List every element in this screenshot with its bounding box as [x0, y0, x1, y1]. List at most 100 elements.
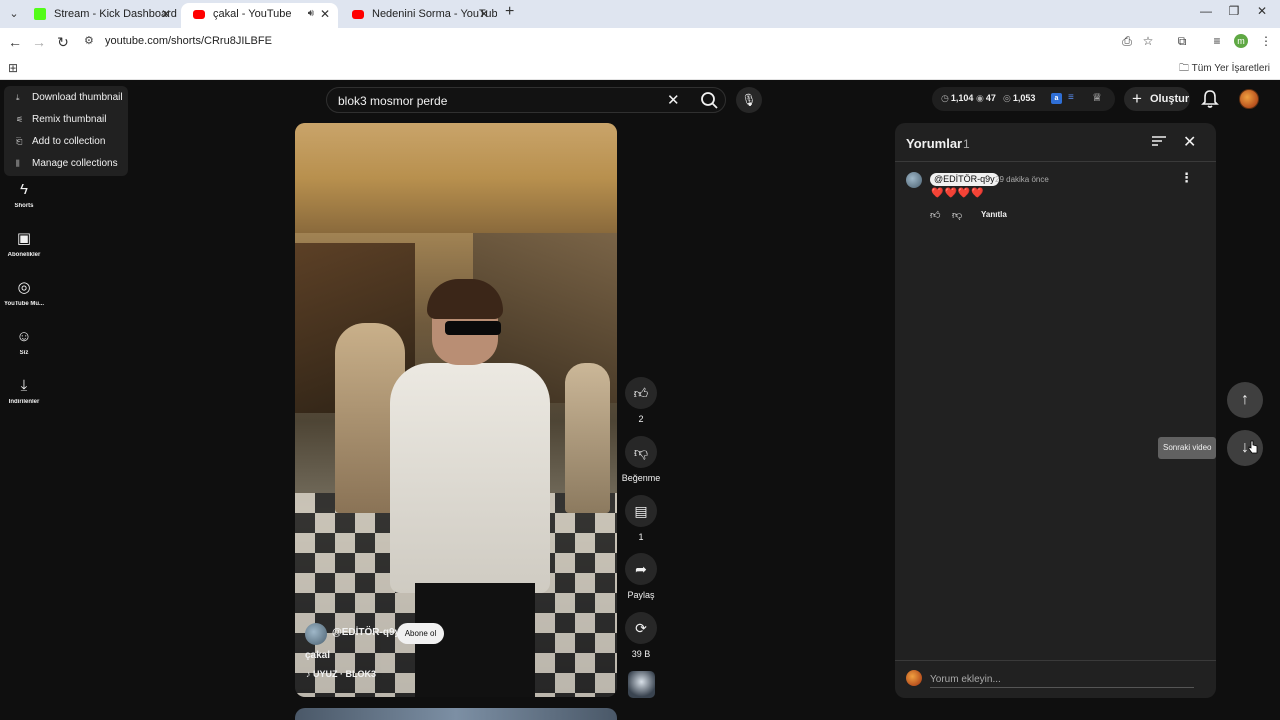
create-button[interactable]: + Oluştur	[1124, 87, 1190, 111]
stat-likes-value: 47	[985, 93, 996, 103]
tab-close-icon[interactable]: ✕	[320, 3, 330, 25]
comment-avatar[interactable]	[906, 172, 922, 188]
youtube-favicon-icon	[193, 10, 205, 19]
sound-thumbnail[interactable]	[628, 671, 655, 698]
all-bookmarks-link[interactable]: 🗀︎ Tüm Yer İşaretleri	[1179, 61, 1270, 78]
comments-button[interactable]: ▤	[625, 495, 657, 527]
bookmark-star-icon[interactable]: ☆	[1140, 34, 1156, 48]
divider	[895, 660, 1216, 661]
sidebar-item-downloads[interactable]: ⤓ İndirilenler	[0, 376, 48, 405]
channel-avatar[interactable]	[305, 623, 327, 645]
reload-icon[interactable]: ↻	[54, 33, 72, 51]
menu-item-add-to-collection[interactable]: ⎗ Add to collection	[4, 131, 128, 153]
window-close-icon[interactable]: ✕	[1252, 4, 1272, 18]
music-note-icon: ♪	[306, 669, 311, 679]
voice-search-button[interactable]: 🎙︎	[736, 87, 762, 113]
new-tab-button[interactable]: +	[505, 3, 514, 21]
remix-button[interactable]: ⟳	[625, 612, 657, 644]
clear-search-icon[interactable]: ✕	[667, 91, 680, 109]
share-button[interactable]: ➦	[625, 553, 657, 585]
url-text: youtube.com/shorts/CRru8JILBFE	[105, 35, 272, 47]
arrow-up-icon: ↑	[1241, 391, 1249, 408]
like-button[interactable]: 👍︎	[625, 377, 657, 409]
close-comments-icon[interactable]: ✕	[1183, 132, 1196, 152]
profile-avatar[interactable]: m	[1234, 34, 1248, 48]
subscribe-button[interactable]: Abone ol	[397, 623, 444, 644]
install-app-icon[interactable]: ⎙	[1119, 34, 1135, 49]
extension-stats-pill: ◷ 1,104 ◉ 47 ◎ 1,053 a ≡ ♕	[932, 87, 1115, 111]
sidebar-item-you[interactable]: ☺ Siz	[0, 327, 48, 356]
comment-reply-button[interactable]: Yanıtla	[981, 210, 1007, 219]
menu-item-download-thumbnail[interactable]: ⤓ Download thumbnail	[4, 87, 128, 109]
sidebar-item-shorts[interactable]: ϟ Shorts	[0, 180, 48, 209]
account-avatar[interactable]	[1239, 89, 1259, 109]
comment-count: 1	[638, 532, 644, 542]
menu-item-label: Download thumbnail	[32, 92, 123, 103]
notifications-button[interactable]	[1200, 88, 1220, 110]
sort-comments-button[interactable]	[1151, 134, 1167, 148]
forward-arrow-icon[interactable]: →	[30, 33, 48, 51]
comment-author[interactable]: @EDİTÖR-q9y	[930, 173, 999, 186]
comment-icon: ▤	[634, 503, 648, 519]
shorts-video-player[interactable]: @EDİTÖR-q9y Abone ol çakal ♪ UYUZ · BLOK…	[295, 123, 617, 697]
thumbs-down-icon: 👎︎	[633, 444, 649, 460]
video-frame-person	[390, 363, 550, 593]
video-frame-ceiling	[295, 123, 617, 233]
menu-item-manage-collections[interactable]: ⫼ Manage collections	[4, 153, 128, 175]
search-input[interactable]: blok3 mosmor perde	[338, 94, 447, 108]
extension-badge-icon[interactable]: a	[1051, 93, 1062, 104]
apps-grid-icon[interactable]: ⊞	[8, 61, 18, 75]
browser-menu-icon[interactable]: ⋮	[1258, 34, 1274, 48]
extensions-puzzle-icon[interactable]: ⧉	[1174, 34, 1190, 49]
menu-item-label: Remix thumbnail	[32, 114, 107, 125]
extension-list-icon[interactable]: ≡	[1068, 92, 1074, 103]
remix-count: 39 B	[631, 649, 651, 659]
tab-close-icon[interactable]: ✕	[479, 3, 489, 25]
microphone-icon: 🎙︎	[741, 93, 757, 107]
comment-like-icon[interactable]: 👍︎	[930, 209, 940, 221]
browser-tab-nedenini-sorma[interactable]: Nedenini Sorma - YouTube ✕	[340, 3, 497, 28]
site-info-icon[interactable]: ⚙︎	[84, 34, 94, 47]
back-arrow-icon[interactable]: ←	[6, 33, 24, 51]
comments-panel: Yorumlar 1 ✕ @EDİTÖR-q9y 29 dakika önce …	[895, 123, 1216, 698]
tab-close-icon[interactable]: ✕	[161, 3, 171, 25]
bookmarks-bar: ⊞ 🗀︎ Tüm Yer İşaretleri	[0, 56, 1280, 80]
folder-icon: 🗀︎	[1179, 63, 1190, 74]
comment-more-icon[interactable]: ⋮	[1180, 170, 1193, 186]
kick-favicon-icon	[34, 8, 46, 20]
add-comment-input[interactable]	[930, 672, 1194, 688]
address-bar[interactable]: ⚙︎ youtube.com/shorts/CRru8JILBFE	[78, 30, 1228, 54]
remix-action: ⟳ 39 B	[625, 612, 657, 659]
sidebar-item-subscriptions[interactable]: ▣ Abonelikler	[0, 229, 48, 258]
comment-time[interactable]: 29 dakika önce	[995, 175, 1049, 184]
comments-title: Yorumlar	[906, 136, 963, 151]
hand-cursor-icon	[1248, 440, 1258, 454]
browser-tab-cakal[interactable]: çakal - YouTube 🔊︎ ✕	[181, 3, 338, 28]
speaker-icon[interactable]: 🔊︎	[308, 3, 314, 25]
tab-search-chevron-icon[interactable]: ⌄	[6, 6, 22, 22]
dislike-button[interactable]: 👎︎	[625, 436, 657, 468]
restore-icon[interactable]: ❐	[1224, 4, 1244, 18]
sidebar-item-youtube-music[interactable]: ◎ YouTube Mu...	[0, 278, 48, 307]
menu-item-remix-thumbnail[interactable]: ⚟ Remix thumbnail	[4, 109, 128, 131]
download-icon: ⤓	[16, 93, 20, 102]
youtube-favicon-icon	[352, 10, 364, 19]
search-button[interactable]	[695, 90, 725, 110]
like-count: 2	[638, 414, 644, 424]
comment-dislike-icon[interactable]: 👎︎	[952, 209, 962, 221]
next-video-preview[interactable]	[295, 708, 617, 720]
sidebar-item-label: YouTube Mu...	[3, 301, 45, 307]
video-music-link[interactable]: ♪ UYUZ · BLOK3	[306, 669, 376, 679]
you-icon: ☺	[16, 328, 32, 345]
channel-name[interactable]: @EDİTÖR-q9y	[332, 627, 400, 638]
browser-tab-kick[interactable]: Stream - Kick Dashboard ✕	[22, 3, 179, 28]
minimize-icon[interactable]: —	[1196, 4, 1216, 18]
music-label: UYUZ · BLOK3	[313, 669, 377, 679]
media-controls-icon[interactable]: ≡	[1209, 34, 1225, 48]
plus-icon: +	[1132, 89, 1142, 108]
trophy-icon[interactable]: ♕	[1092, 91, 1102, 104]
previous-video-button[interactable]: ↑	[1227, 382, 1263, 418]
own-avatar	[906, 670, 922, 686]
comment-action: ▤ 1	[625, 495, 657, 542]
youtube-page: ⤓ Download thumbnail ⚟ Remix thumbnail ⎗…	[0, 80, 1280, 720]
